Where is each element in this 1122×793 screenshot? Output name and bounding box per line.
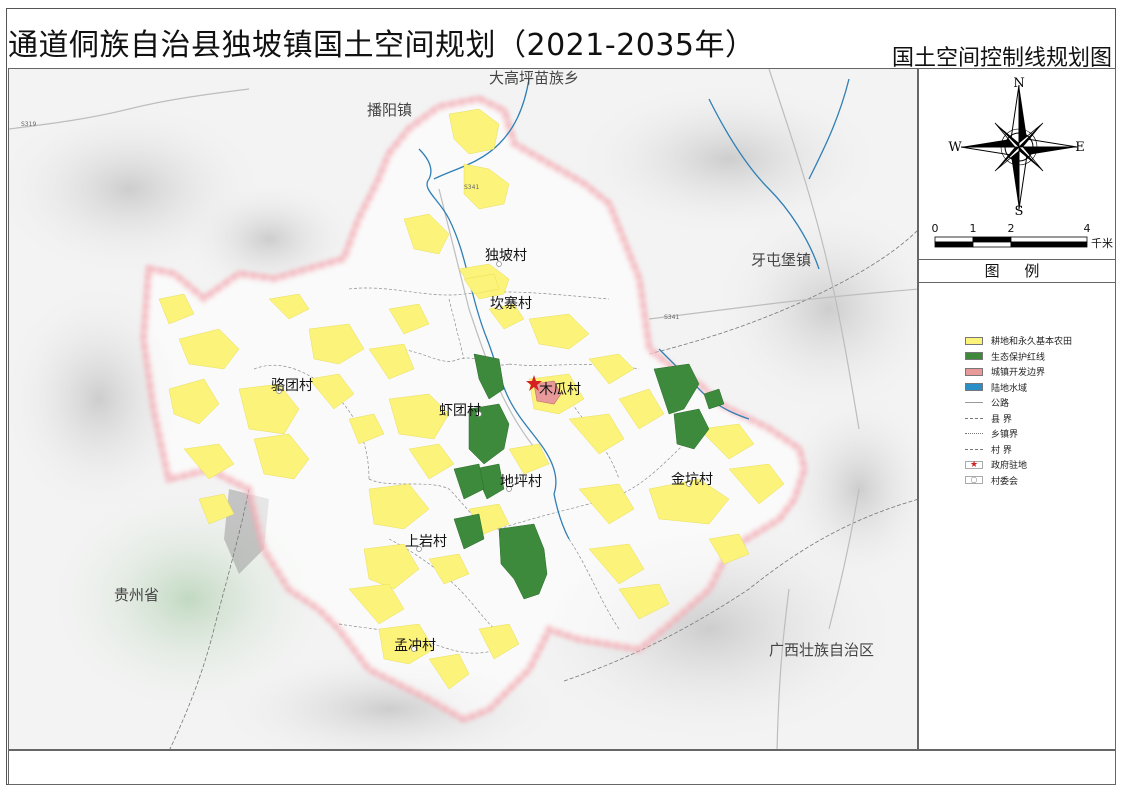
compass-e-label: E: [1075, 140, 1085, 155]
label-village-xiatuan: 虾团村: [439, 403, 481, 419]
scale-tick-0: 0: [932, 222, 939, 235]
legend-item-village-committee: ○ 村委会: [965, 473, 1072, 489]
legend-title: 图 例: [919, 259, 1115, 283]
label-guizhou: 贵州省: [114, 586, 160, 604]
label-guangxi: 广西壮族自治区: [769, 641, 875, 659]
county-boundary-swatch: [965, 417, 983, 419]
compass-s-label: S: [1015, 204, 1024, 219]
township-boundary-swatch: [965, 433, 983, 435]
legend-item-government-seat: ★ 政府驻地: [965, 457, 1072, 473]
legend-item-urban-boundary: 城镇开发边界: [965, 364, 1072, 380]
compass-rose: N S E W 0 1 2 4 千米: [932, 76, 1114, 250]
legend-item-farmland: 耕地和永久基本农田: [965, 333, 1072, 349]
label-north-township: 大高坪苗族乡: [489, 69, 580, 87]
label-village-luotuan: 骆团村: [271, 378, 313, 394]
label-village-mengchong: 孟冲村: [394, 638, 436, 654]
compass-n-label: N: [1013, 76, 1024, 91]
label-village-dipingcun: 地坪村: [500, 474, 542, 490]
circle-icon: ○: [965, 476, 983, 485]
water-swatch: [965, 383, 983, 392]
legend-item-water: 陆地水域: [965, 380, 1072, 396]
scale-unit: 千米: [1091, 237, 1113, 250]
legend-label: 城镇开发边界: [991, 368, 1046, 379]
legend-label: 陆地水域: [991, 383, 1028, 394]
scale-bar: 0 1 2 4 千米: [932, 222, 1114, 250]
label-village-mugua: 木瓜村: [539, 382, 581, 398]
label-boyang-town: 播阳镇: [367, 101, 413, 119]
legend-label: 乡镇界: [991, 430, 1019, 441]
page-title: 通道侗族自治县独坡镇国土空间规划（2021-2035年）: [8, 28, 756, 63]
road-swatch: [965, 402, 983, 404]
legend-label: 生态保护红线: [991, 352, 1046, 363]
label-village-jinkeng: 金坑村: [671, 472, 713, 488]
legend-label: 村 界: [991, 445, 1012, 456]
star-icon: ★: [965, 460, 983, 469]
legend-item-ecological-redline: 生态保护红线: [965, 349, 1072, 365]
legend-label: 村委会: [991, 476, 1019, 487]
road-label-s319: S319: [21, 121, 37, 128]
label-village-shangyan: 上岩村: [405, 534, 447, 550]
legend-panel: N S E W 0 1 2 4 千米 图 例 耕地和永久基本农田 生态保护红线: [918, 68, 1116, 750]
scale-tick-2: 2: [1008, 222, 1015, 235]
ecological-swatch: [965, 352, 983, 361]
farmland-swatch: [965, 336, 983, 345]
label-village-kanzhai: 坎寨村: [490, 296, 532, 312]
legend-item-village-boundary: 村 界: [965, 442, 1072, 458]
legend-label: 耕地和永久基本农田: [991, 337, 1073, 348]
legend-item-county-boundary: 县 界: [965, 411, 1072, 427]
legend-item-road: 公路: [965, 395, 1072, 411]
legend-label: 政府驻地: [991, 461, 1028, 472]
scale-tick-4: 4: [1084, 222, 1091, 235]
legend-list: 耕地和永久基本农田 生态保护红线 城镇开发边界 陆地水域 公路 县 界 乡镇界: [965, 333, 1072, 488]
road-label-s341-east: S341: [664, 314, 680, 321]
legend-item-township-boundary: 乡镇界: [965, 426, 1072, 442]
scale-tick-1: 1: [970, 222, 977, 235]
map-area[interactable]: 大高坪苗族乡 播阳镇 牙屯堡镇 贵州省 广西壮族自治区 独坡村 坎寨村 木瓜村 …: [8, 68, 918, 750]
legend-label: 县 界: [991, 414, 1012, 425]
label-yatunbao-town: 牙屯堡镇: [751, 251, 812, 269]
village-boundary-swatch: [965, 448, 983, 450]
legend-label: 公路: [991, 399, 1010, 410]
bottom-info-bar: [8, 750, 1116, 785]
label-village-dupo: 独坡村: [485, 248, 527, 264]
road-label-s341-north: S341: [464, 184, 480, 191]
urban-swatch: [965, 367, 983, 376]
compass-w-label: W: [948, 140, 962, 155]
